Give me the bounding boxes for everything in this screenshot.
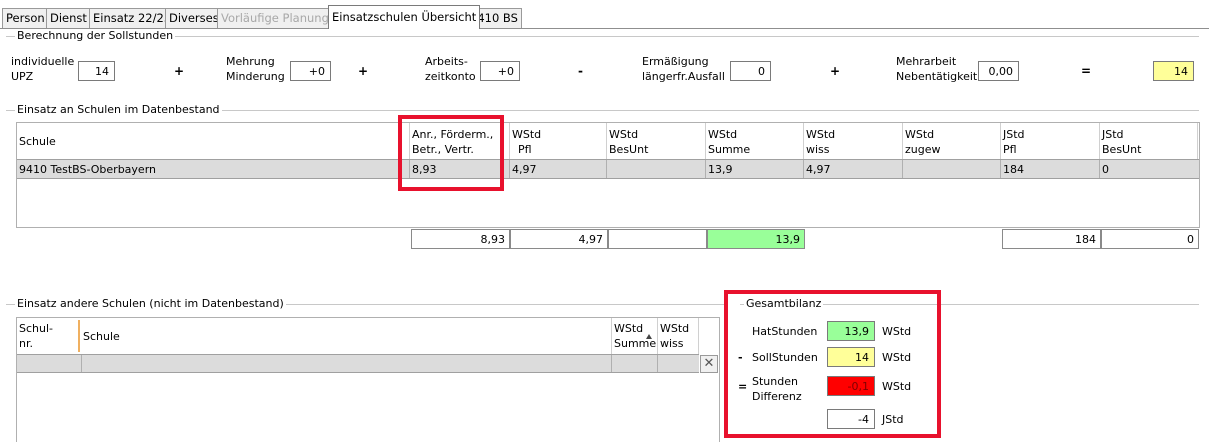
cell-separator (611, 355, 612, 372)
cell-wstd-summe: 13,9 (708, 163, 733, 176)
tab-dienst[interactable]: Dienst (46, 8, 91, 29)
cell-separator (902, 160, 903, 178)
plus-operator: + (830, 64, 841, 78)
highlight-anr-column (398, 115, 504, 191)
mehrung-field[interactable]: +0 (290, 61, 331, 81)
tab-bar: Person Dienst Einsatz 22/23 Diverses Vor… (0, 0, 1209, 29)
andere-schulen-grid[interactable]: Schul- nr. Schule WStd Summe WStd wiss ✕ (16, 317, 720, 442)
tab-vorlaeufige-planung: Vorläufige Planung (217, 8, 333, 29)
col-header-schulnr-line1[interactable]: Schul- (17, 321, 53, 336)
column-resize-handle[interactable] (78, 320, 80, 352)
cell-separator (1000, 160, 1001, 178)
mehrarbeit-field[interactable]: 0,00 (978, 61, 1019, 81)
col-header-jstd-pfl-line1[interactable]: JStd (1001, 127, 1025, 142)
plus-operator: + (174, 64, 185, 78)
total-wstd-pfl: 4,97 (510, 229, 608, 249)
cell-jstd-besunt: 0 (1102, 163, 1109, 176)
col-header-schule[interactable]: Schule (17, 134, 56, 149)
total-anr: 8,93 (411, 229, 510, 249)
col-header-wstd-summe-line1[interactable]: WStd (706, 127, 738, 142)
tab-diverses[interactable]: Diverses (165, 8, 223, 29)
sollstunden-result-field: 14 (1153, 61, 1194, 81)
cell-wstd-wiss: 4,97 (806, 163, 831, 176)
ermaessigung-field[interactable]: 0 (730, 61, 771, 81)
mehrung-label-1: Mehrung (226, 55, 275, 68)
cell-wstd-pfl: 4,97 (512, 163, 537, 176)
cell-separator (81, 355, 82, 372)
cell-separator (509, 160, 510, 178)
sort-ascending-icon[interactable] (646, 334, 652, 339)
col-header-wstd-summe-line2[interactable]: Summe (706, 142, 751, 157)
plus-operator: + (358, 64, 369, 78)
schulen-grid[interactable]: Schule Anr., Förderm., Betr., Vertr. WSt… (16, 122, 1200, 228)
cell-separator (657, 355, 658, 372)
new-row[interactable] (17, 354, 699, 373)
highlight-gesamtbilanz (724, 290, 941, 438)
ermaessigung-label-2: längerfr.Ausfall (642, 70, 725, 83)
delete-row-button[interactable]: ✕ (700, 355, 718, 373)
col-header-wstd-wiss-line2[interactable]: wiss (804, 142, 830, 157)
upz-label-1: individuelle (11, 55, 75, 68)
arbeitszeitkonto-label-1: Arbeits- (425, 55, 468, 68)
cell-jstd-pfl: 184 (1003, 163, 1024, 176)
col-header-wstd-pfl-line2[interactable]: Pfl (516, 142, 532, 157)
equals-operator: = (1081, 64, 1092, 78)
mehrung-label-2: Minderung (226, 70, 285, 83)
group-title-sollstunden: Berechnung der Sollstunden (15, 29, 176, 42)
group-title-einsatz-schulen: Einsatz an Schulen im Datenbestand (15, 103, 222, 116)
total-jstd-pfl: 184 (1002, 229, 1101, 249)
col-header-jstd-besunt-line1[interactable]: JStd (1100, 127, 1124, 142)
tab-person[interactable]: Person (2, 8, 49, 29)
col-header-wstd-pfl-line1[interactable]: WStd (510, 127, 542, 142)
total-wstd-besunt (608, 229, 707, 249)
total-jstd-besunt: 0 (1101, 229, 1199, 249)
table-row[interactable]: 9410 TestBS-Oberbayern 8,93 4,97 13,9 4,… (17, 159, 1199, 179)
col-header-wstd-wiss-line2[interactable]: wiss (658, 336, 684, 351)
col-header-wstd-summe-line1[interactable]: WStd (612, 321, 644, 336)
total-wstd-summe: 13,9 (707, 229, 805, 249)
cell-separator (803, 160, 804, 178)
arbeitszeitkonto-label-2: zeitkonto (425, 70, 476, 83)
tab-einsatzschulen-uebersicht[interactable]: Einsatzschulen Übersicht (328, 5, 481, 29)
arbeitszeitkonto-field[interactable]: +0 (480, 61, 520, 81)
minus-operator: - (578, 64, 583, 78)
col-header-wstd-wiss-line1[interactable]: WStd (658, 321, 690, 336)
mehrarbeit-label-2: Nebentätigkeit (896, 70, 978, 83)
upz-label-2: UPZ (11, 70, 34, 83)
cell-separator (1099, 160, 1100, 178)
col-header-schule[interactable]: Schule (81, 329, 120, 344)
col-header-wstd-wiss-line1[interactable]: WStd (804, 127, 836, 142)
tab-bar-baseline (0, 28, 1209, 29)
col-header-jstd-pfl-line2[interactable]: Pfl (1001, 142, 1017, 157)
tab-einsatz[interactable]: Einsatz 22/23 (89, 8, 176, 29)
cell-separator (705, 160, 706, 178)
cell-separator (606, 160, 607, 178)
col-header-schulnr-line2[interactable]: nr. (17, 336, 33, 351)
group-title-andere-schulen: Einsatz andere Schulen (nicht im Datenbe… (15, 297, 286, 310)
col-header-wstd-zugew-line1[interactable]: WStd (903, 127, 935, 142)
x-icon: ✕ (703, 356, 715, 371)
col-header-wstd-besunt-line1[interactable]: WStd (607, 127, 639, 142)
col-header-wstd-besunt-line2[interactable]: BesUnt (607, 142, 649, 157)
group-line-sollstunden (6, 36, 1199, 37)
col-header-jstd-besunt-line2[interactable]: BesUnt (1100, 142, 1142, 157)
mehrarbeit-label-1: Mehrarbeit (896, 55, 957, 68)
upz-field[interactable]: 14 (78, 61, 115, 81)
ermaessigung-label-1: Ermäßigung (642, 55, 709, 68)
col-header-wstd-zugew-line2[interactable]: zugew (903, 142, 941, 157)
cell-schule: 9410 TestBS-Oberbayern (19, 163, 156, 176)
